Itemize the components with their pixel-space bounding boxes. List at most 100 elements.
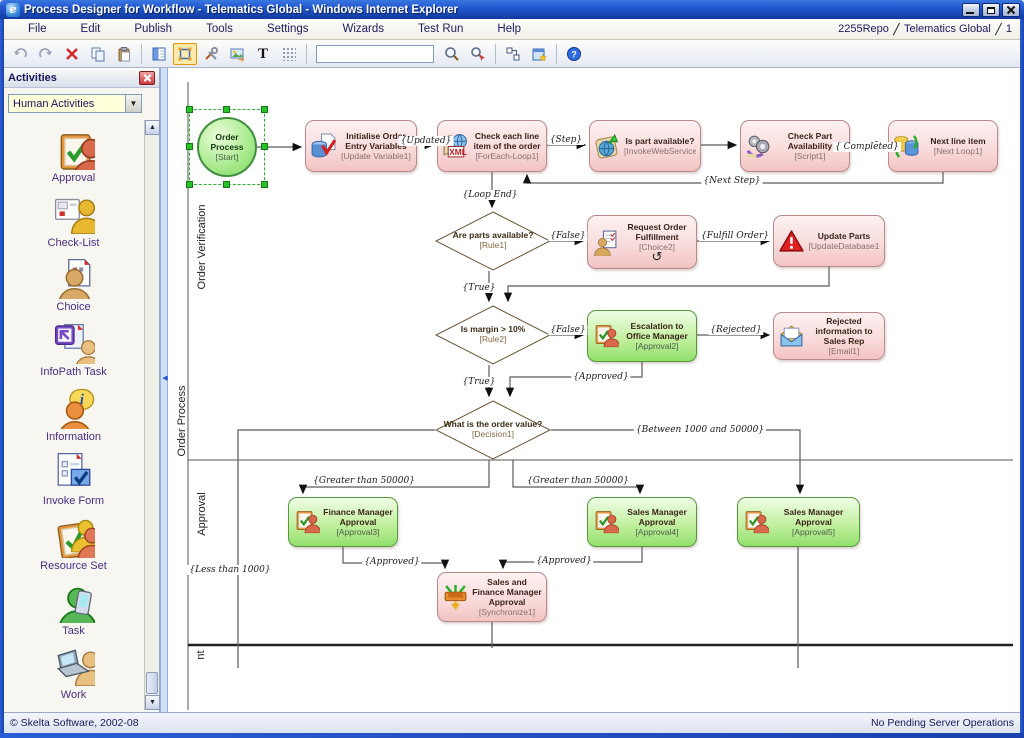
approval-icon (592, 509, 619, 536)
minimize-button[interactable] (962, 3, 980, 17)
activity-item-check-list[interactable]: Check-List (14, 193, 134, 258)
activity-item-choice[interactable]: Choice (14, 257, 134, 322)
node-title: Sales Manager Approval (772, 507, 855, 527)
activity-item-resource-set[interactable]: Resource Set (14, 516, 134, 581)
activity-item-task[interactable]: Task (14, 581, 134, 646)
activities-panel: Activities Human Activities ▼ Approval C… (4, 68, 160, 712)
design-mode-icon[interactable] (173, 43, 197, 65)
text-tool-icon[interactable]: T (251, 43, 275, 65)
warning-triangle-icon (778, 228, 805, 255)
node-title: Next line item (923, 136, 993, 146)
breadcrumb-version[interactable]: 1 (1006, 23, 1012, 35)
node-name: [Rule1] (480, 241, 507, 251)
node-synchronize1[interactable]: Sales and Finance Manager Approval[Synch… (437, 572, 547, 622)
node-approval4[interactable]: Sales Manager Approval[Approval4] (587, 497, 697, 547)
chevron-down-icon[interactable]: ▼ (125, 95, 141, 112)
panel-close-button[interactable] (139, 71, 155, 85)
workflow-canvas[interactable]: Order Process Order Verification Approva… (168, 68, 1020, 712)
copy-icon[interactable] (86, 43, 110, 65)
menu-tools[interactable]: Tools (196, 21, 243, 37)
edge-label: {Updated} (399, 136, 454, 146)
edge-label: {Greater than 50000} (311, 476, 417, 486)
node-name: [Decision1] (472, 430, 514, 440)
breadcrumb-slash: / (894, 20, 899, 38)
task-activity-icon (53, 581, 95, 623)
person-checklist-icon (592, 229, 619, 256)
activity-item-information[interactable]: i Information (14, 387, 134, 452)
xml-glyph: XML (449, 146, 467, 156)
node-invoke-webservice[interactable]: Is part available?[InvokeWebService (589, 120, 701, 172)
activity-item-approval[interactable]: Approval (14, 128, 134, 193)
zoom-icon[interactable] (440, 43, 464, 65)
new-form-icon[interactable] (527, 43, 551, 65)
node-email1[interactable]: Rejected information to Sales Rep[Email1… (773, 312, 885, 360)
menu-test-run[interactable]: Test Run (408, 21, 473, 37)
edge-label: {False} (548, 231, 587, 241)
node-name: [Email1] (808, 346, 880, 356)
activity-item-work[interactable]: Work (14, 645, 134, 710)
panel-splitter[interactable]: ◀ (160, 68, 168, 712)
node-approval3[interactable]: Finance Manager Approval[Approval3] (288, 497, 398, 547)
node-start[interactable]: Order Process [Start] (189, 109, 265, 185)
menu-help[interactable]: Help (487, 21, 531, 37)
close-button[interactable] (1002, 3, 1020, 17)
edge-label: {Fulfill Order} (699, 231, 771, 241)
menu-edit[interactable]: Edit (71, 21, 111, 37)
node-next-loop1[interactable]: Next line item[Next Loop1] (888, 120, 998, 172)
menu-settings[interactable]: Settings (257, 21, 319, 37)
link-activities-icon[interactable] (501, 43, 525, 65)
export-image-icon[interactable] (225, 43, 249, 65)
node-update-database1[interactable]: Update Parts[UpdateDatabase1 (773, 215, 885, 267)
activities-panel-title: Activities (8, 72, 57, 84)
activity-label: Task (62, 625, 85, 637)
activity-item-infopath-task[interactable]: InfoPath Task (14, 322, 134, 387)
edge-label: {Less than 1000} (187, 565, 272, 575)
activity-item-invoke-form[interactable]: Invoke Form (14, 451, 134, 516)
paste-icon[interactable] (112, 43, 136, 65)
node-name: [Update Variable1] (340, 151, 412, 161)
node-decision1[interactable]: What is the order value?[Decision1] (435, 400, 551, 460)
activity-label: Check-List (48, 237, 100, 249)
node-approval5[interactable]: Sales Manager Approval[Approval5] (737, 497, 860, 547)
restore-button[interactable] (982, 3, 1000, 17)
grid-icon[interactable] (277, 43, 301, 65)
activity-list-scrollbar[interactable]: ▲ ▼ (144, 120, 159, 710)
scroll-up-button[interactable]: ▲ (145, 120, 160, 135)
node-name: [Rule2] (480, 335, 507, 345)
node-foreach-loop1[interactable]: XML Check each line item of the order[Fo… (437, 120, 547, 172)
start-circle[interactable]: Order Process [Start] (197, 117, 257, 177)
delete-icon[interactable] (60, 43, 84, 65)
tools-icon[interactable] (199, 43, 223, 65)
activity-label: Work (61, 689, 86, 701)
zoom-select-icon[interactable] (466, 43, 490, 65)
status-server-operations: No Pending Server Operations (871, 717, 1014, 729)
choice-activity-icon (53, 257, 95, 299)
node-rule1[interactable]: Are parts available?[Rule1] (435, 211, 551, 271)
breadcrumb-repo[interactable]: 2255Repo (838, 23, 889, 35)
window-border-right (1020, 19, 1024, 738)
activity-category-dropdown[interactable]: Human Activities ▼ (8, 94, 142, 113)
infopath-task-activity-icon (53, 322, 95, 364)
node-rule2[interactable]: Is margin > 10%[Rule2] (435, 305, 551, 365)
undo-icon[interactable] (8, 43, 32, 65)
node-title: Check each line item of the order (472, 131, 542, 151)
breadcrumb-project[interactable]: Telematics Global (904, 23, 991, 35)
database-check-icon (310, 133, 337, 160)
canvas-search-input[interactable] (316, 45, 434, 63)
node-name: [Approval3] (323, 527, 393, 537)
scrollbar-thumb[interactable] (146, 672, 158, 694)
node-name: [UpdateDatabase1 (808, 241, 880, 251)
node-title: Finance Manager Approval (323, 507, 393, 527)
menu-wizards[interactable]: Wizards (333, 21, 395, 37)
lane-label-order-verification: Order Verification (196, 205, 208, 290)
node-choice2[interactable]: Request Order Fulfillment[Choice2]↺ (587, 215, 697, 269)
node-title: Sales and Finance Manager Approval (472, 577, 542, 607)
node-update-variable1[interactable]: Initialise Order Entry Variables[Update … (305, 120, 417, 172)
node-approval2[interactable]: Escalation to Office Manager[Approval2] (587, 310, 697, 362)
menu-file[interactable]: File (18, 21, 57, 37)
help-icon[interactable]: ? (562, 43, 586, 65)
scroll-down-button[interactable]: ▼ (145, 695, 160, 710)
redo-icon[interactable] (34, 43, 58, 65)
properties-panel-icon[interactable] (147, 43, 171, 65)
menu-publish[interactable]: Publish (124, 21, 182, 37)
